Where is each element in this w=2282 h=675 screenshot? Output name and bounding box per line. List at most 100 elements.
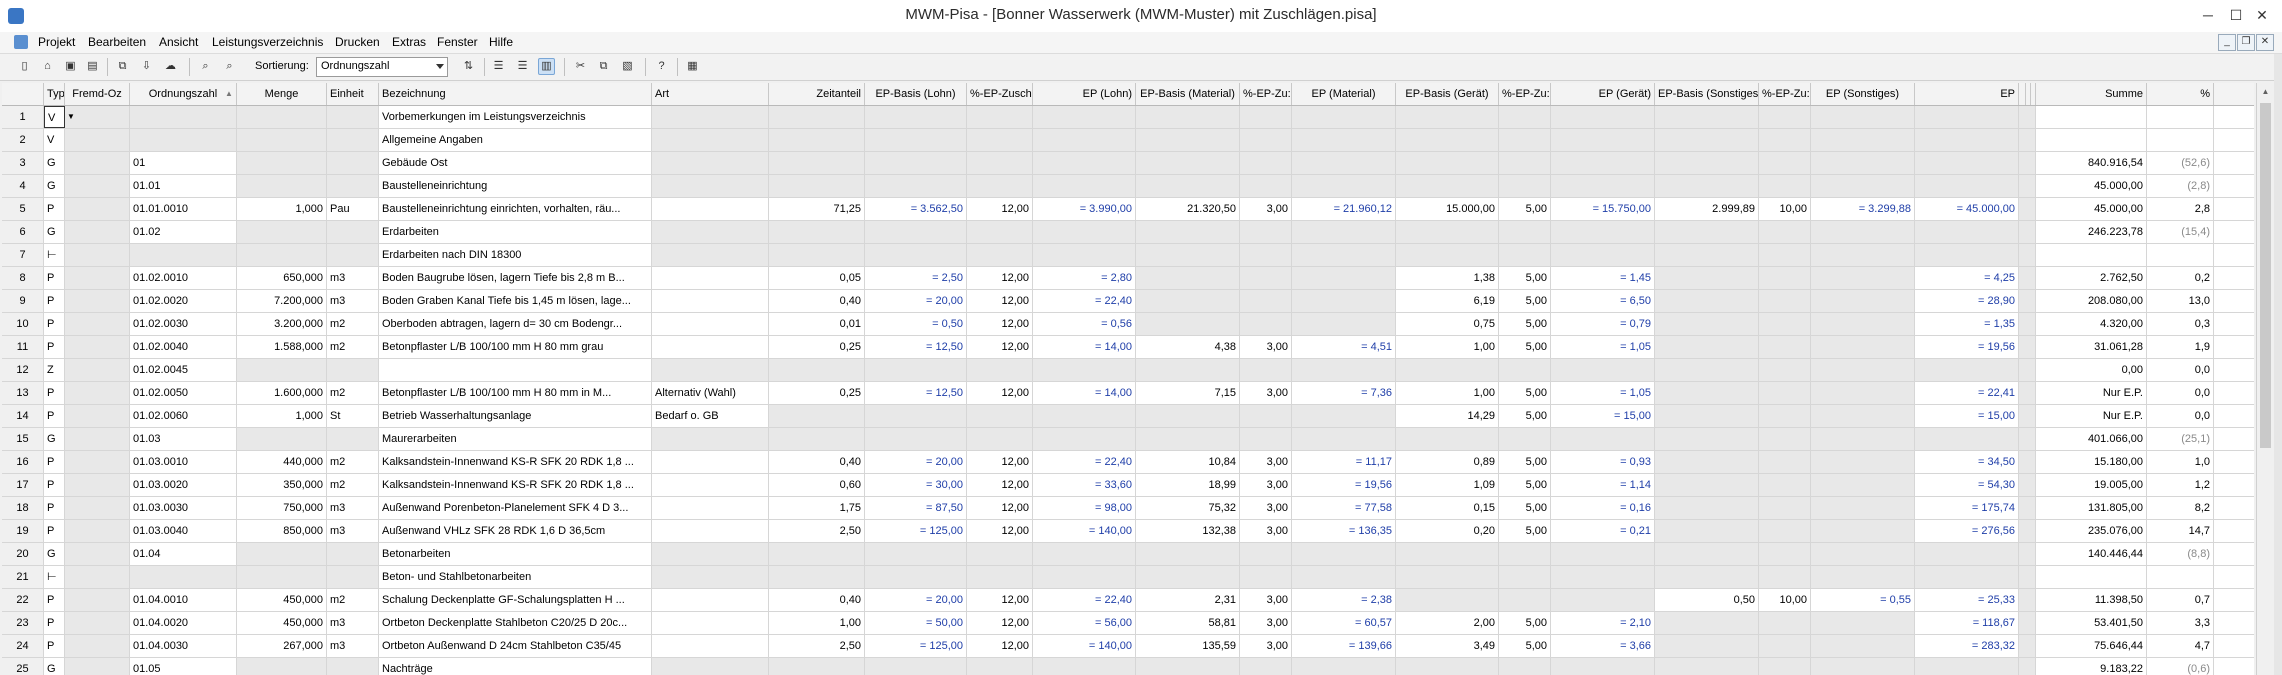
cell-ep-sonstiges[interactable]	[1811, 566, 1915, 588]
cell-ep-lohn[interactable]: = 14,00	[1033, 382, 1136, 404]
table-row[interactable]: 1 V Vorbemerkungen im Leistungsverzeichnis…	[2, 106, 2254, 129]
save-icon[interactable]: ▣	[62, 58, 79, 75]
cell-zeitanteil[interactable]	[769, 152, 865, 174]
cell-ep-basis-material[interactable]: 132,38	[1136, 520, 1240, 542]
table-row[interactable]: 22 P 01.04.0010 450,000 m2 Schalung Deckenpla…	[2, 589, 2254, 612]
menu-fenster[interactable]: Fenster	[437, 35, 478, 49]
cell-ep-basis-lohn[interactable]: = 3.562,50	[865, 198, 967, 220]
table-row[interactable]: 12 Z 01.02.0045 0,00 0,0	[2, 359, 2254, 382]
cell-einheit[interactable]: m2	[327, 313, 379, 335]
cell-prozent[interactable]: 13,0	[2147, 290, 2214, 312]
cell-ep-basis-sonstiges[interactable]	[1655, 313, 1759, 335]
cell-ep[interactable]: = 4,25	[1915, 267, 2019, 289]
cell-typ[interactable]: P	[44, 267, 65, 289]
cell-ep-basis-material[interactable]	[1136, 221, 1240, 243]
cell-ep-zuschlag-material[interactable]	[1240, 543, 1292, 565]
cell-row-number[interactable]: 24	[2, 635, 44, 657]
cell-menge[interactable]	[237, 129, 327, 151]
column-header-ep-zuschlag-lohn[interactable]: %-EP-Zusch	[967, 83, 1033, 105]
cell-menge[interactable]	[237, 566, 327, 588]
cell-ep-basis-material[interactable]	[1136, 428, 1240, 450]
cell-ep-zuschlag-geraet[interactable]	[1499, 543, 1551, 565]
cell-bezeichnung[interactable]: Boden Graben Kanal Tiefe bis 1,45 m löse…	[379, 290, 652, 312]
cell-bezeichnung[interactable]: Außenwand VHLz SFK 28 RDK 1,6 D 36,5cm	[379, 520, 652, 542]
cell-einheit[interactable]	[327, 152, 379, 174]
cell-ep-basis-geraet[interactable]	[1396, 658, 1499, 675]
cell-ep-zuschlag-lohn[interactable]: 12,00	[967, 635, 1033, 657]
cell-ordnungszahl[interactable]: 01.03.0020	[130, 474, 237, 496]
column-header-ep-basis-lohn[interactable]: EP-Basis (Lohn)	[865, 83, 967, 105]
column-header-menge[interactable]: Menge	[237, 83, 327, 105]
cell-row-number[interactable]: 15	[2, 428, 44, 450]
cell-summe[interactable]: 840.916,54	[2034, 152, 2147, 174]
cell-art[interactable]	[652, 175, 769, 197]
cell-einheit[interactable]: Pau	[327, 198, 379, 220]
cell-ep-basis-sonstiges[interactable]	[1655, 336, 1759, 358]
cell-einheit[interactable]: m2	[327, 451, 379, 473]
cell-ep-zuschlag-lohn[interactable]	[967, 405, 1033, 427]
cell-summe[interactable]: 0,00	[2034, 359, 2147, 381]
cell-zeitanteil[interactable]	[769, 129, 865, 151]
cell-ep-geraet[interactable]	[1551, 175, 1655, 197]
cell-ep-basis-sonstiges[interactable]	[1655, 451, 1759, 473]
cell-bezeichnung[interactable]: Nachträge	[379, 658, 652, 675]
cell-zeitanteil[interactable]	[769, 175, 865, 197]
cell-ep-lohn[interactable]: = 22,40	[1033, 451, 1136, 473]
cell-ep-geraet[interactable]: = 15,00	[1551, 405, 1655, 427]
cell-ep-lohn[interactable]	[1033, 244, 1136, 266]
cell-ep[interactable]: = 28,90	[1915, 290, 2019, 312]
mdi-minimize-button[interactable]: _	[2218, 34, 2236, 51]
cell-ep-geraet[interactable]	[1551, 129, 1655, 151]
cell-ep-basis-material[interactable]	[1136, 313, 1240, 335]
cell-art[interactable]	[652, 267, 769, 289]
cell-ep-geraet[interactable]	[1551, 244, 1655, 266]
cell-ep[interactable]: = 34,50	[1915, 451, 2019, 473]
cell-ep-basis-geraet[interactable]: 3,49	[1396, 635, 1499, 657]
cell-typ[interactable]: P	[44, 612, 65, 634]
cell-ep-material[interactable]	[1292, 543, 1396, 565]
cell-ep-geraet[interactable]	[1551, 359, 1655, 381]
cell-ep-zuschlag-sonstiges[interactable]	[1759, 313, 1811, 335]
cell-row-number[interactable]: 20	[2, 543, 44, 565]
cell-fremd-oz[interactable]	[65, 474, 130, 496]
open-folder-icon[interactable]: ⌂	[39, 58, 56, 75]
cell-row-number[interactable]: 25	[2, 658, 44, 675]
cell-ep-material[interactable]: = 77,58	[1292, 497, 1396, 519]
cell-ep-material[interactable]	[1292, 658, 1396, 675]
cell-summe[interactable]	[2034, 129, 2147, 151]
cell-art[interactable]	[652, 566, 769, 588]
cell-prozent[interactable]	[2147, 566, 2214, 588]
cell-ep-basis-geraet[interactable]: 1,00	[1396, 382, 1499, 404]
cell-typ[interactable]: P	[44, 198, 65, 220]
cell-ep-basis-material[interactable]	[1136, 267, 1240, 289]
cell-ep-zuschlag-sonstiges[interactable]	[1759, 566, 1811, 588]
cell-ep-zuschlag-lohn[interactable]: 12,00	[967, 520, 1033, 542]
cell-einheit[interactable]: m3	[327, 635, 379, 657]
cell-ep-basis-material[interactable]: 4,38	[1136, 336, 1240, 358]
table-row[interactable]: 17 P 01.03.0020 350,000 m2 Kalksandstein-Inne…	[2, 474, 2254, 497]
cell-einheit[interactable]: m3	[327, 290, 379, 312]
cell-ep[interactable]: = 54,30	[1915, 474, 2019, 496]
cell-row-number[interactable]: 19	[2, 520, 44, 542]
cell-ep-zuschlag-geraet[interactable]	[1499, 221, 1551, 243]
cell-prozent[interactable]	[2147, 129, 2214, 151]
mdi-restore-button[interactable]: ❐	[2237, 34, 2255, 51]
cell-summe[interactable]: 11.398,50	[2034, 589, 2147, 611]
cell-ep-lohn[interactable]: = 14,00	[1033, 336, 1136, 358]
cell-ep-material[interactable]: = 4,51	[1292, 336, 1396, 358]
cell-menge[interactable]: 850,000	[237, 520, 327, 542]
cell-ep-basis-geraet[interactable]	[1396, 566, 1499, 588]
cell-ep-zuschlag-geraet[interactable]	[1499, 359, 1551, 381]
cell-ep[interactable]	[1915, 221, 2019, 243]
cell-ep-zuschlag-lohn[interactable]: 12,00	[967, 497, 1033, 519]
cell-ordnungszahl[interactable]: 01.04.0020	[130, 612, 237, 634]
menu-hilfe[interactable]: Hilfe	[489, 35, 513, 49]
cell-ep-zuschlag-lohn[interactable]: 12,00	[967, 336, 1033, 358]
cell-bezeichnung[interactable]: Erdarbeiten nach DIN 18300	[379, 244, 652, 266]
cell-ep-basis-material[interactable]	[1136, 290, 1240, 312]
cell-ep-zuschlag-geraet[interactable]: 5,00	[1499, 405, 1551, 427]
cell-ep-zuschlag-geraet[interactable]: 5,00	[1499, 451, 1551, 473]
cell-ep-basis-lohn[interactable]: = 2,50	[865, 267, 967, 289]
cell-menge[interactable]: 440,000	[237, 451, 327, 473]
cell-ep-basis-geraet[interactable]: 2,00	[1396, 612, 1499, 634]
